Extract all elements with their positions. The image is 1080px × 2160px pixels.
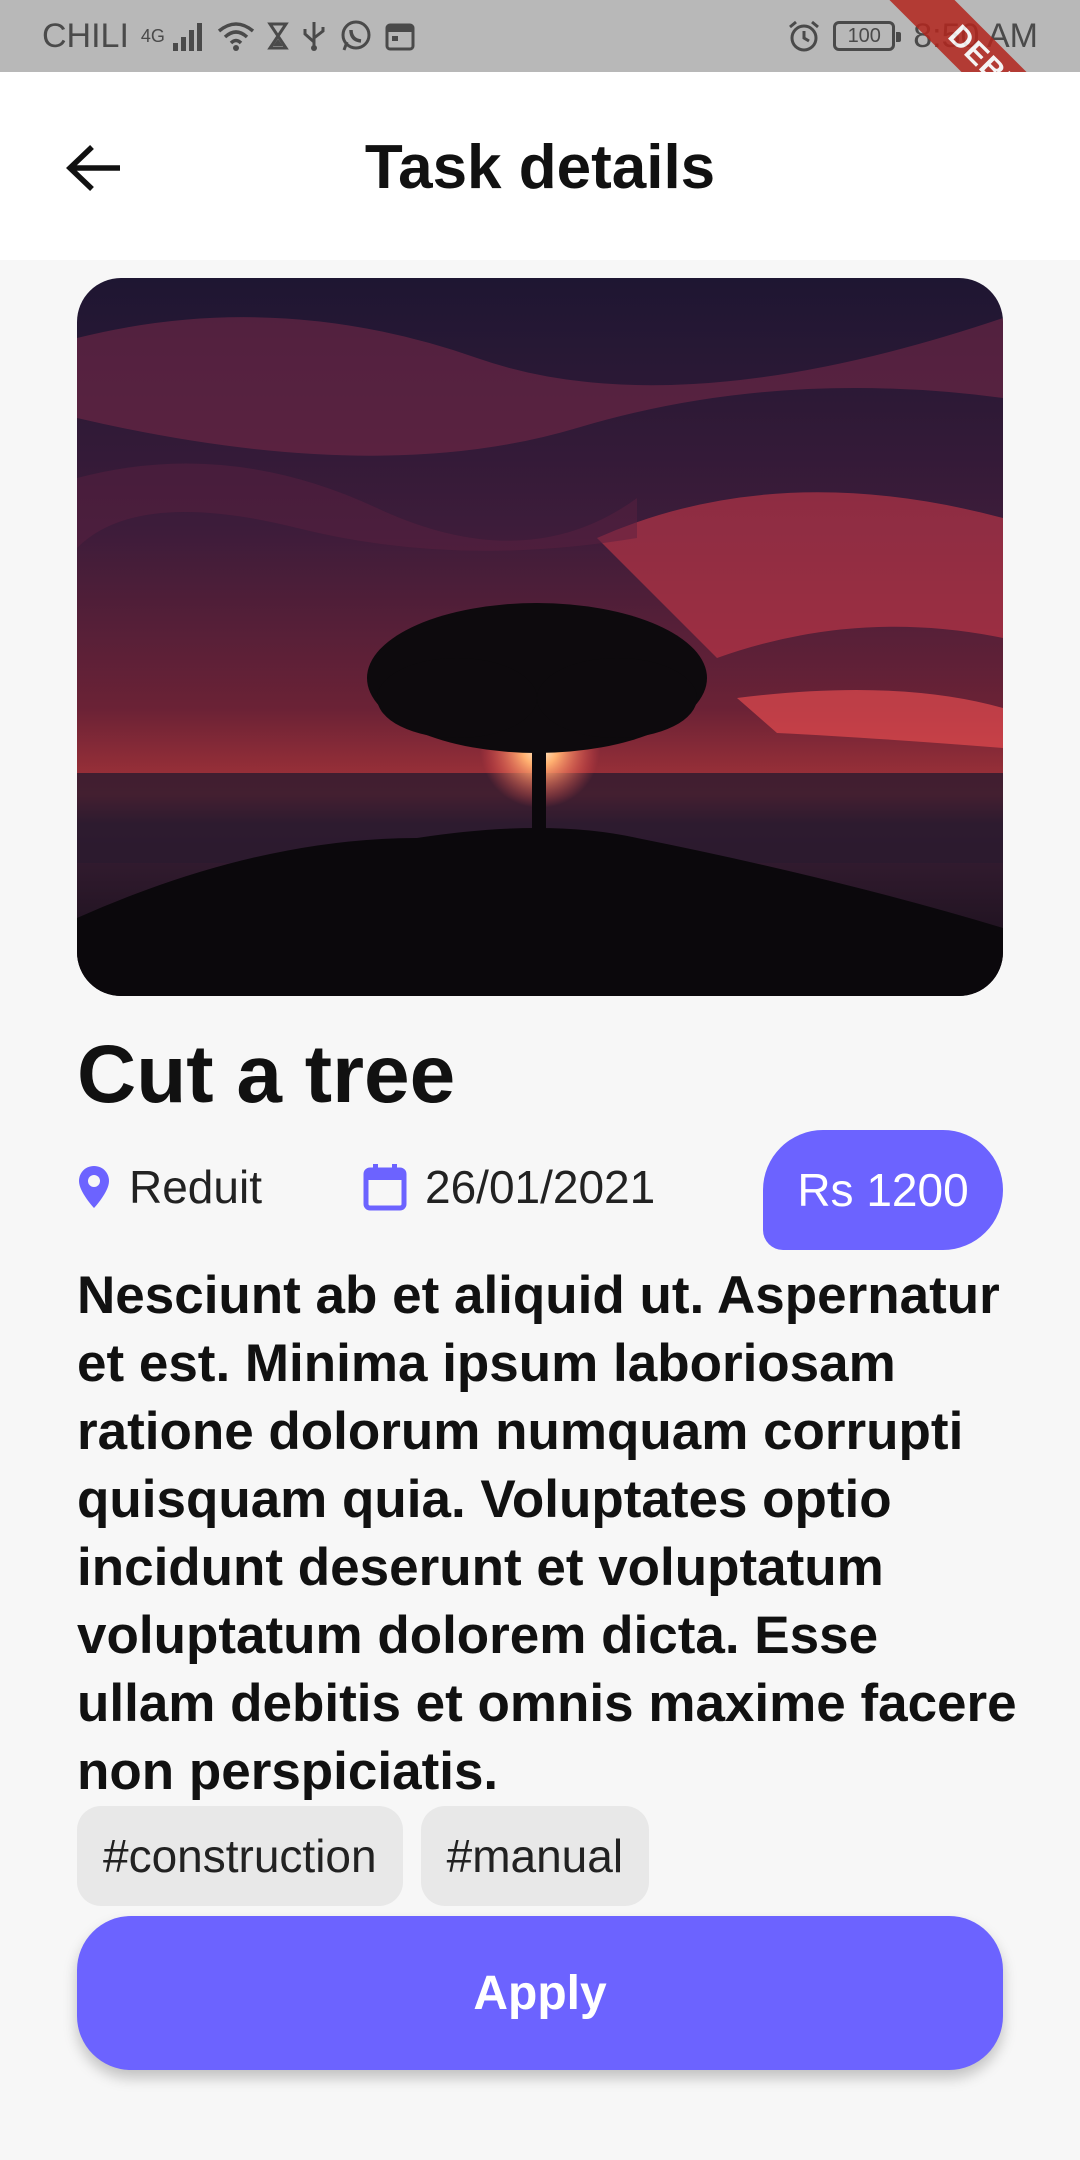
- usb-icon: [301, 20, 327, 52]
- hourglass-icon: [267, 21, 289, 51]
- tag-chip[interactable]: #construction: [77, 1806, 403, 1906]
- wifi-icon: [217, 21, 255, 51]
- location-pin-icon: [79, 1166, 109, 1208]
- status-bar: CHILI 4G 100 8:50 AM: [0, 0, 1080, 72]
- task-meta-row: Reduit 26/01/2021 Rs 1200: [77, 1130, 1003, 1250]
- network-type-label: 4G: [140, 25, 165, 46]
- task-image: [77, 278, 1003, 996]
- battery-icon: 100: [833, 21, 902, 51]
- calendar-icon: [363, 1164, 407, 1211]
- task-location-label: Reduit: [129, 1161, 262, 1213]
- battery-level: 100: [847, 24, 881, 47]
- status-right: 100 8:50 AM: [787, 17, 1038, 56]
- tag-chip[interactable]: #manual: [420, 1806, 650, 1906]
- alarm-icon: [787, 19, 821, 53]
- status-left: CHILI 4G: [42, 17, 415, 56]
- task-description: Nesciunt ab et aliquid ut. Aspernatur et…: [77, 1266, 1017, 1801]
- app-bar: Task details: [0, 72, 1080, 260]
- clock-time: 8:50 AM: [913, 16, 1038, 55]
- tag-list: #construction #manual: [77, 1806, 650, 1906]
- apply-button[interactable]: Apply: [77, 1916, 1003, 2070]
- page-title: Task details: [364, 133, 716, 202]
- whatsapp-icon: [339, 19, 373, 53]
- calendar-notification-icon: [385, 21, 415, 51]
- carrier-label: CHILI: [42, 16, 129, 55]
- task-location: Reduit: [77, 1160, 262, 1214]
- task-date-label: 26/01/2021: [425, 1161, 656, 1213]
- task-date: 26/01/2021: [363, 1160, 655, 1214]
- signal-icon: [171, 21, 205, 51]
- price-badge: Rs 1200: [763, 1130, 1003, 1250]
- task-title: Cut a tree: [77, 1029, 456, 1120]
